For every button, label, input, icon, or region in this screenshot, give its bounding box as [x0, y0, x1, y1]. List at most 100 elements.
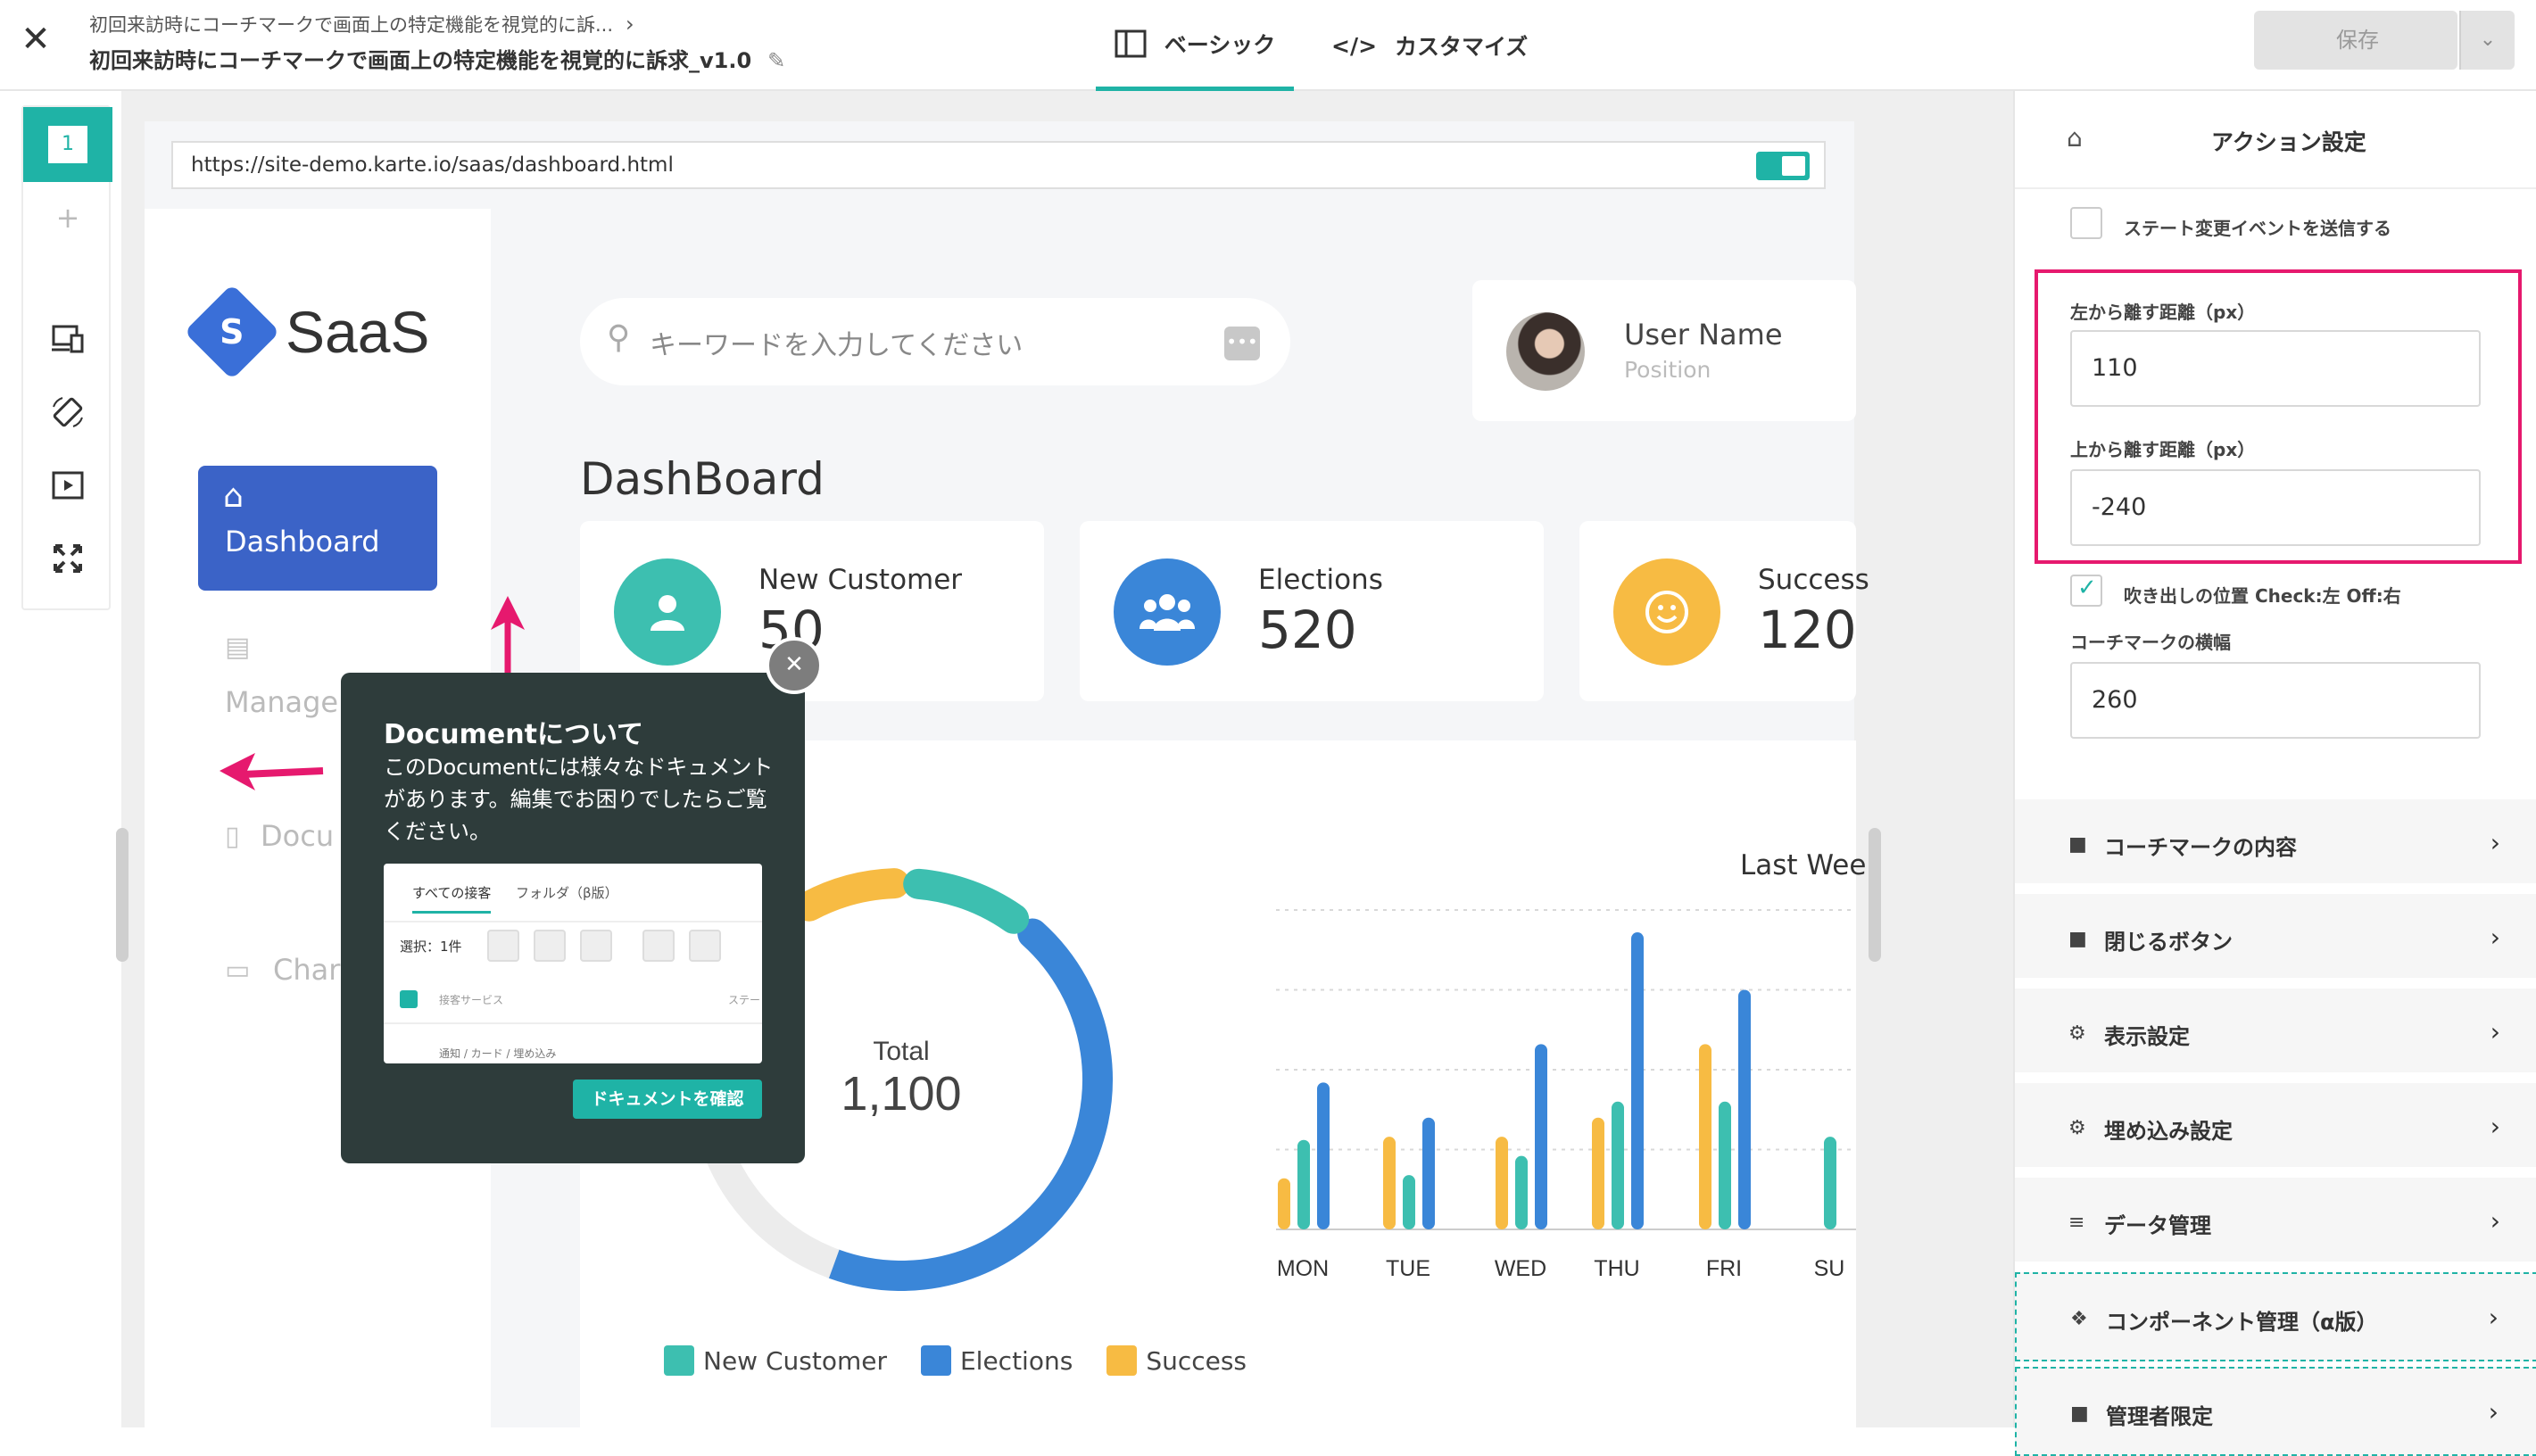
bar-tue-success — [1383, 1137, 1396, 1229]
donut-slice-new-customer — [903, 868, 1030, 934]
pencil-icon[interactable]: ✎ — [767, 48, 785, 73]
breadcrumb[interactable]: 初回来訪時にコーチマークで画面上の特定機能を視覚的に訴... › — [89, 11, 634, 37]
legend-swatch — [1106, 1345, 1138, 1376]
tag-icon — [534, 930, 566, 962]
bar-thu-success — [1592, 1117, 1604, 1229]
document-title: 初回来訪時にコーチマークで画面上の特定機能を視覚的に訴求_v1.0 ✎ — [89, 43, 785, 74]
bar-wed-new-customer — [1515, 1155, 1528, 1229]
home-icon[interactable]: ⌂ — [2067, 123, 2083, 153]
breadcrumb-text[interactable]: 初回来訪時にコーチマークで画面上の特定機能を視覚的に訴... — [89, 14, 613, 36]
bar-thu-elections — [1631, 932, 1644, 1229]
stat-value: 120 — [1758, 600, 1857, 660]
copy-icon — [580, 930, 612, 962]
site-logo: S SaaS — [184, 284, 430, 380]
bar-chart: MON TUE WED THU FRI SU — [1276, 909, 1856, 1281]
stat-card-elections: Elections 520 — [1080, 521, 1544, 701]
group-icon — [1114, 558, 1221, 666]
code-icon: </> — [1331, 32, 1378, 59]
chevron-right-icon: › — [2490, 922, 2500, 952]
action-settings-panel: ⌂ アクション設定 ステート変更イベントを送信する 左から離す距離（px） 11… — [2013, 91, 2536, 1456]
legend-item: Success — [1106, 1345, 1247, 1376]
section-label: コンポーネント管理（α版） — [2106, 1310, 2378, 1335]
nav-chat[interactable]: Char — [273, 953, 340, 987]
popup-screenshot: すべての接客 フォルダ（β版） 選択：1件 接客サービス ステー 通知 / カー… — [384, 864, 762, 1063]
shot-select: 選択：1件 — [400, 939, 462, 955]
x-tick-label: FRI — [1706, 1256, 1742, 1281]
devices-icon[interactable] — [50, 321, 86, 357]
folder-icon: ■ — [2068, 833, 2087, 856]
section-display-settings[interactable]: ⚙ 表示設定 › — [2015, 989, 2536, 1078]
section-embed-settings[interactable]: ⚙ 埋め込み設定 › — [2015, 1083, 2536, 1172]
coach-width-input[interactable]: 260 — [2070, 662, 2481, 739]
legend-swatch — [664, 1345, 694, 1376]
section-coach-content[interactable]: ■ コーチマークの内容 › — [2015, 799, 2536, 889]
panel-title: アクション設定 — [2211, 129, 2366, 155]
section-data-management[interactable]: ≡ データ管理 › — [2015, 1178, 2536, 1267]
shot-row1: 接客サービス — [439, 994, 504, 1006]
user-name: User Name — [1624, 318, 1783, 352]
shot-tab-folder: フォルダ（β版） — [516, 885, 618, 901]
state-event-label: ステート変更イベントを送信する — [2124, 218, 2391, 239]
bar-wed-elections — [1535, 1044, 1547, 1229]
donut-slice-success — [793, 868, 910, 922]
bar-tue-new-customer — [1403, 1175, 1415, 1229]
donut-track — [702, 1141, 840, 1278]
balloon-position-checkbox[interactable] — [2070, 575, 2102, 607]
nav-documents[interactable]: Docu — [261, 819, 334, 853]
stat-card-success: Success 120 — [1579, 521, 1869, 701]
section-component-management[interactable]: ❖ コンポーネント管理（α版） › — [2015, 1272, 2536, 1361]
bar-mon-success — [1278, 1178, 1290, 1229]
popup-close-icon[interactable]: ✕ — [766, 637, 823, 694]
page-title: DashBoard — [580, 453, 825, 505]
section-label: データ管理 — [2104, 1213, 2211, 1238]
page-tab-1[interactable]: 1 — [23, 107, 112, 182]
confirm-document-button[interactable]: ドキュメントを確認 — [573, 1080, 762, 1119]
play-preview-icon[interactable] — [50, 467, 86, 503]
left-distance-input[interactable]: 110 — [2070, 330, 2481, 407]
url-toggle[interactable] — [1756, 152, 1810, 180]
chevron-right-icon: › — [2490, 1206, 2500, 1236]
close-icon[interactable]: ✕ — [16, 20, 55, 59]
site-search[interactable]: ⚲ キーワードを入力してください ••• — [580, 298, 1290, 385]
shot-tab-all: すべての接客 — [412, 883, 492, 914]
tab-customize[interactable]: </> カスタマイズ — [1331, 0, 1528, 91]
state-event-checkbox[interactable] — [2070, 207, 2102, 239]
bar-fri-new-customer — [1719, 1101, 1731, 1229]
add-page-icon[interactable]: + — [23, 196, 112, 239]
rotate-icon[interactable] — [50, 394, 86, 430]
chevron-down-icon[interactable]: ⌄ — [2459, 11, 2515, 70]
section-label: 閉じるボタン — [2104, 930, 2233, 955]
person-icon — [614, 558, 721, 666]
search-placeholder: キーワードを入力してください — [650, 330, 1024, 361]
manage-icon: ▤ — [225, 632, 251, 663]
user-card[interactable]: User Name Position — [1472, 280, 1856, 421]
checkbox-icon — [400, 990, 418, 1008]
legend-label: New Customer — [703, 1345, 887, 1376]
chart-legend: New Customer Elections Success — [664, 1345, 1247, 1376]
section-close-button[interactable]: ■ 閉じるボタン › — [2015, 894, 2536, 983]
tab-basic[interactable]: ベーシック — [1096, 0, 1294, 91]
stat-label: Success — [1758, 564, 1869, 596]
fullscreen-icon[interactable] — [50, 541, 86, 576]
nav-dashboard[interactable]: ⌂ Dashboard — [198, 466, 437, 591]
save-button[interactable]: 保存 — [2254, 11, 2457, 70]
shot-row1-right: ステー — [728, 994, 761, 1006]
chevron-right-icon: › — [2488, 1397, 2499, 1427]
top-distance-input[interactable]: -240 — [2070, 469, 2481, 546]
logo-text: SaaS — [286, 299, 430, 365]
top-bar: ✕ 初回来訪時にコーチマークで画面上の特定機能を視覚的に訴... › 初回来訪時に… — [0, 0, 2536, 91]
section-label: 管理者限定 — [2106, 1404, 2213, 1429]
x-tick-label: WED — [1495, 1256, 1546, 1281]
bar-su-new-customer — [1824, 1137, 1836, 1229]
nav-manage[interactable]: Manage — [225, 685, 338, 719]
tab-basic-label: ベーシック — [1164, 31, 1276, 58]
canvas-scrollbar-left[interactable] — [116, 828, 128, 962]
section-admin-only[interactable]: ■ 管理者限定 › — [2015, 1367, 2536, 1456]
section-label: 埋め込み設定 — [2104, 1119, 2233, 1144]
user-position: Position — [1624, 357, 1711, 383]
x-tick-label: TUE — [1386, 1256, 1430, 1281]
more-icon[interactable]: ••• — [1224, 327, 1260, 360]
preview-url-field[interactable]: https://site-demo.karte.io/saas/dashboar… — [171, 141, 1826, 189]
canvas-scrollbar-right[interactable] — [1869, 828, 1881, 962]
bar-mon-elections — [1317, 1082, 1330, 1229]
